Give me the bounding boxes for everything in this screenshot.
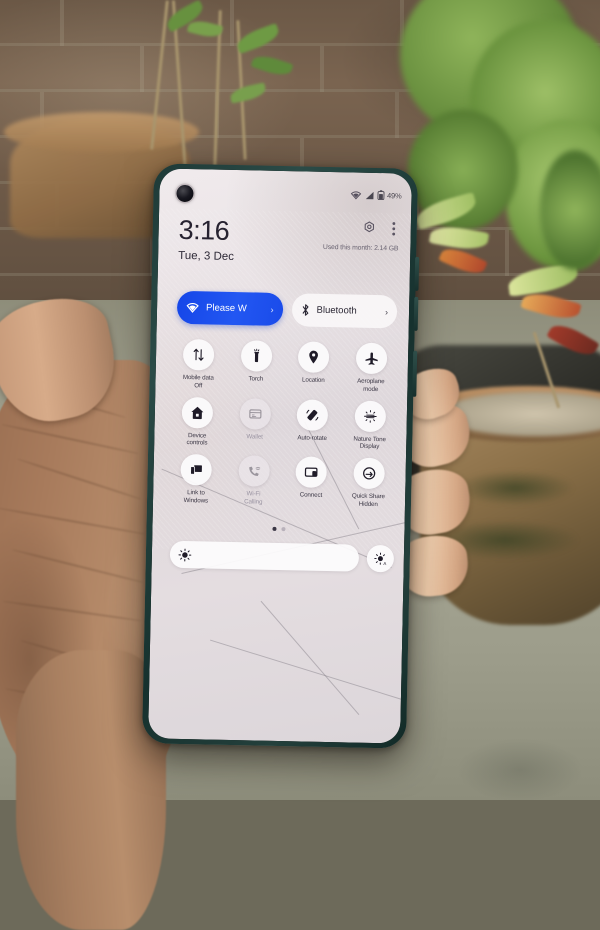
quick-settings-header: 3:16 Tue, 3 Dec Used this month: 2.14 GB [178,214,399,267]
data-usage-label: Used this month: 2.14 GB [322,243,399,253]
location-pin-icon [306,350,321,365]
date-label: Tue, 3 Dec [178,249,235,263]
tile-label: Mobile data Off [182,373,214,390]
tile-connect[interactable]: Connect [282,456,341,508]
brightness-row: A [169,540,395,573]
auto-rotate-icon [305,407,320,422]
page-dot-2[interactable] [280,527,286,532]
link-to-windows-icon [189,462,204,477]
bluetooth-icon [300,303,309,316]
front-camera-punch-hole [176,184,194,203]
tile-label: Nature Tone Display [353,435,386,451]
battery-percent-label: 49% [386,190,402,200]
tile-quick-share[interactable]: Quick Share Hidden [339,457,398,509]
chevron-right-icon[interactable]: › [270,304,273,314]
tile-device-controls[interactable]: Device controls [168,396,227,448]
tile-mobile-data[interactable]: Mobile data Off [169,338,228,391]
status-bar: 49% [350,189,402,201]
smartphone: 49% 3:16 Tue, 3 Dec Used this month: 2.1… [141,163,420,749]
screen-crack [260,600,360,716]
page-indicator [152,524,404,533]
gear-icon[interactable] [362,221,377,236]
volume-up-button[interactable] [414,256,420,291]
brightness-slider[interactable] [169,540,360,572]
brightness-auto-button[interactable]: A [366,544,395,573]
tile-aeroplane-mode[interactable]: Aeroplane mode [342,342,401,394]
quick-share-icon [361,466,376,481]
screen-crack [209,639,402,700]
nature-tone-icon [362,408,377,423]
clock-date-group: 3:16 Tue, 3 Dec [178,214,235,263]
mobile-data-icon [191,347,206,362]
tile-label: Connect [299,491,323,499]
tile-label: Quick Share Hidden [351,492,385,508]
tile-label: Location [301,376,325,384]
pot-moss [455,470,575,506]
tile-label: Torch [248,375,264,383]
svg-text:A: A [383,560,386,565]
page-dot-1[interactable] [271,526,277,531]
signal-bars-icon [364,190,374,199]
home-icon [190,405,205,420]
battery-icon [377,190,385,201]
chevron-right-icon[interactable]: › [385,307,388,317]
wifi-pill-label: Please W [205,302,247,315]
clock-label: 3:16 [178,214,230,246]
tile-label: Auto-rotate [297,433,327,442]
wallet-icon [247,406,262,421]
tile-label: Wallet [246,432,263,441]
tile-label: Wi-Fi Calling [244,490,263,506]
three-dots-icon[interactable] [392,221,396,236]
wifi-calling-icon [246,463,261,478]
quick-settings-tiles: Mobile data Off Torch Location Aeroplane… [167,338,401,509]
tile-label: Aeroplane mode [357,377,385,393]
connectivity-pills: Please W › Bluetooth › [176,290,398,329]
phone-screen[interactable]: 49% 3:16 Tue, 3 Dec Used this month: 2.1… [148,168,412,744]
tile-nature-tone-display[interactable]: Nature Tone Display [341,400,400,452]
aeroplane-icon [364,351,379,366]
torch-icon [249,348,264,363]
wifi-icon [350,190,361,199]
terracotta-pot-left-rim [4,112,199,152]
volume-down-button[interactable] [413,296,419,331]
bluetooth-pill-label: Bluetooth [316,304,357,317]
tile-link-to-windows[interactable]: Link to Windows [167,453,226,506]
tile-wifi-calling[interactable]: Wi-Fi Calling [224,455,283,507]
tile-wallet[interactable]: Wallet [226,397,285,449]
wifi-pill[interactable]: Please W › [176,290,283,327]
tile-torch[interactable]: Torch [227,340,286,392]
tile-auto-rotate[interactable]: Auto-rotate [283,398,342,451]
brightness-sun-icon [178,547,192,561]
tile-location[interactable]: Location [284,341,343,393]
brightness-auto-icon: A [373,551,387,565]
tile-label: Link to Windows [183,489,209,505]
wifi-icon [186,302,199,313]
bluetooth-pill[interactable]: Bluetooth › [291,293,398,329]
connect-cast-icon [304,465,319,480]
tile-label: Device controls [186,431,208,447]
